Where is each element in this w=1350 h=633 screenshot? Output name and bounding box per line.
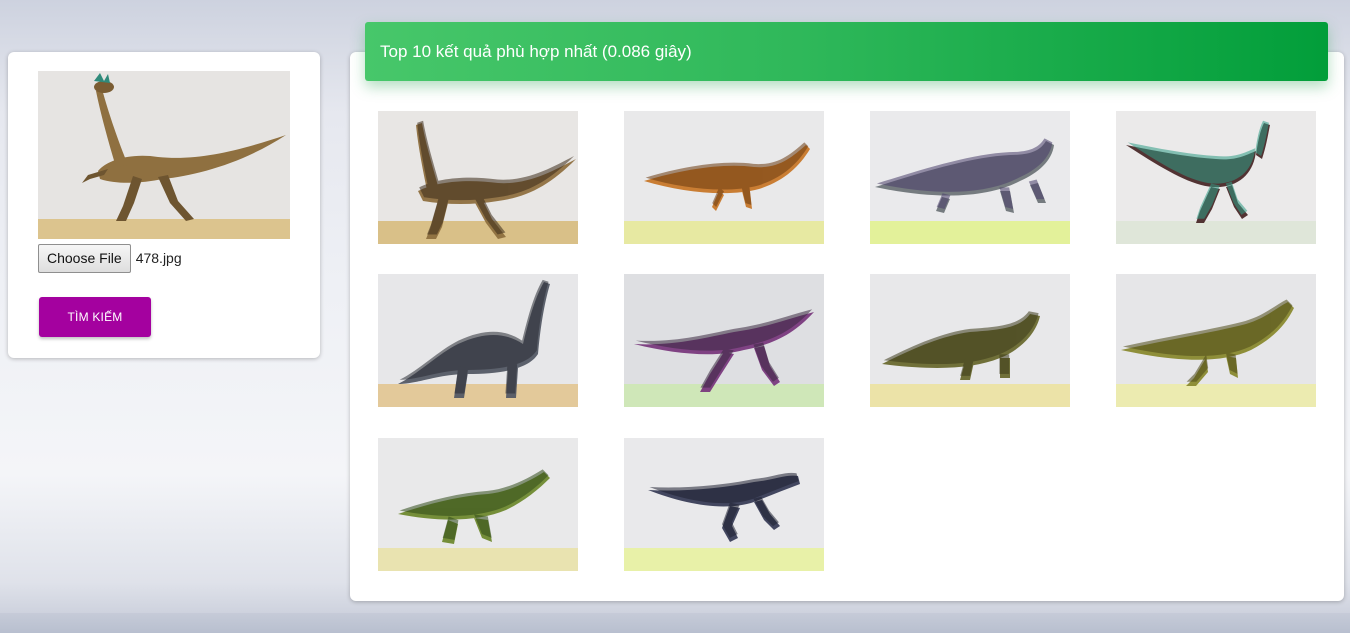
result-dinosaur-image	[378, 274, 578, 407]
choose-file-button[interactable]: Choose File	[38, 243, 131, 273]
selected-file-name: 478.jpg	[135, 250, 182, 266]
query-dinosaur-image	[38, 71, 290, 239]
page-bottom-strip	[0, 613, 1350, 633]
result-dinosaur-image	[624, 438, 824, 571]
file-input-row: Choose File 478.jpg	[38, 243, 182, 273]
result-thumbnail-10[interactable]	[624, 438, 824, 571]
result-thumbnail-6[interactable]	[624, 274, 824, 407]
result-dinosaur-image	[870, 111, 1070, 244]
result-thumbnail-1[interactable]	[378, 111, 578, 244]
result-dinosaur-image	[1116, 111, 1316, 244]
result-thumbnail-9[interactable]	[378, 438, 578, 571]
result-thumbnail-7[interactable]	[870, 274, 1070, 407]
result-dinosaur-image	[870, 274, 1070, 407]
result-dinosaur-image	[624, 274, 824, 407]
result-thumbnail-3[interactable]	[870, 111, 1070, 244]
result-thumbnail-2[interactable]	[624, 111, 824, 244]
result-dinosaur-image	[378, 111, 578, 244]
results-header: Top 10 kết quả phù hợp nhất (0.086 giây)	[365, 22, 1328, 81]
result-thumbnail-5[interactable]	[378, 274, 578, 407]
result-dinosaur-image	[1116, 274, 1316, 407]
result-dinosaur-image	[378, 438, 578, 571]
upload-card: Choose File 478.jpg TÌM KIẾM	[8, 52, 320, 358]
result-thumbnail-8[interactable]	[1116, 274, 1316, 407]
search-button[interactable]: TÌM KIẾM	[39, 297, 151, 337]
result-thumbnail-4[interactable]	[1116, 111, 1316, 244]
query-image-preview	[38, 71, 290, 239]
result-dinosaur-image	[624, 111, 824, 244]
